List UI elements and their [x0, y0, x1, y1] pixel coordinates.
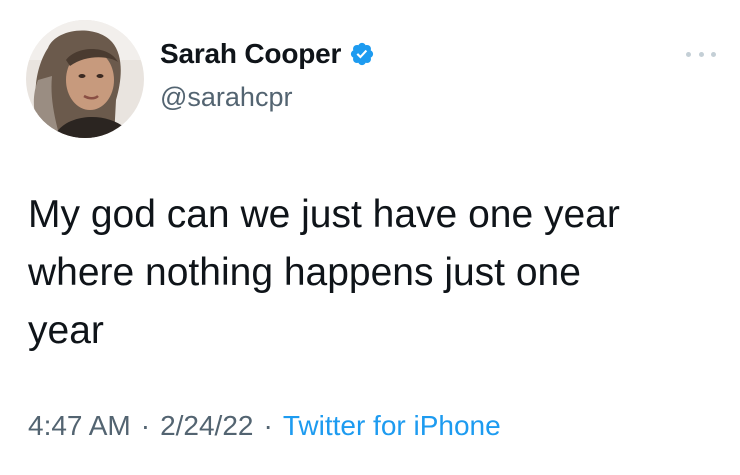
author-handle[interactable]: @sarahcpr	[160, 82, 292, 113]
more-dot	[698, 51, 704, 57]
tweet-time[interactable]: 4:47 AM	[28, 410, 131, 442]
meta-separator: ·	[263, 410, 273, 441]
tweet-text: My god can we just have one year where n…	[28, 193, 620, 352]
tweet-card: Sarah Cooper @sarahcpr My god can we jus…	[0, 0, 740, 475]
more-dot	[686, 51, 691, 57]
more-dot	[711, 51, 716, 57]
tweet-metadata: 4:47 AM · 2/24/22 · Twitter for iPhone	[28, 410, 501, 442]
author-name-row: Sarah Cooper	[160, 38, 375, 70]
meta-separator: ·	[140, 410, 151, 441]
tweet-date[interactable]: 2/24/22	[160, 410, 253, 442]
verified-badge-icon	[349, 41, 375, 67]
tweet-source-link[interactable]: Twitter for iPhone	[283, 410, 501, 442]
avatar[interactable]	[26, 20, 144, 138]
author-display-name[interactable]: Sarah Cooper	[160, 38, 341, 70]
avatar-photo	[26, 20, 144, 138]
more-options-icon[interactable]	[686, 44, 716, 64]
